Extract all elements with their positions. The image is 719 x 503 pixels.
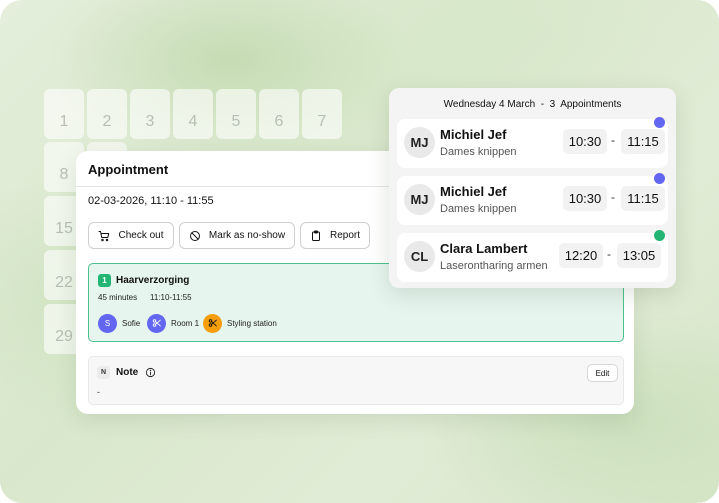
calendar-day[interactable]: 7 <box>302 89 342 139</box>
service-name: Dames knippen <box>440 203 517 215</box>
resource-room[interactable]: Room 1 <box>147 313 199 333</box>
client-name: Clara Lambert <box>440 241 528 256</box>
end-time: 11:15 <box>621 186 665 211</box>
resource-label: Sofie <box>122 318 141 328</box>
appointment-item[interactable]: MJ Michiel Jef Dames knippen 10:30 - 11:… <box>397 119 668 168</box>
resource-staff[interactable]: S Sofie <box>98 313 140 333</box>
calendar-off-icon <box>189 230 200 241</box>
service-duration: 45 minutes <box>98 293 138 302</box>
report-label: Report <box>329 230 360 241</box>
note-badge: N <box>97 366 110 379</box>
report-button[interactable]: Report <box>300 222 370 249</box>
note-section: N Note Edit - <box>88 356 624 405</box>
service-name: Laserontharing armen <box>440 260 548 272</box>
start-time: 10:30 <box>563 129 607 154</box>
service-name: Haarverzorging <box>116 275 190 286</box>
time-separator: - <box>611 133 615 147</box>
avatar: MJ <box>404 127 435 158</box>
time-separator: - <box>611 190 615 204</box>
service-number-badge: 1 <box>98 274 111 287</box>
day-appointments-panel: Wednesday 4 March - 3 Appointments MJ Mi… <box>389 88 676 288</box>
checkout-label: Check out <box>118 230 164 241</box>
calendar-day[interactable]: 3 <box>130 89 170 139</box>
note-title: Note <box>116 367 139 378</box>
calendar-day[interactable]: 5 <box>216 89 256 139</box>
status-dot <box>654 173 665 184</box>
resource-station[interactable]: Styling station <box>203 313 277 333</box>
appointment-datetime: 02-03-2026, 11:10 - 11:55 <box>88 195 214 207</box>
status-dot <box>654 230 665 241</box>
panel-header: Wednesday 4 March - 3 Appointments <box>443 99 622 110</box>
edit-note-button[interactable]: Edit <box>587 364 618 382</box>
note-body: - <box>97 387 100 397</box>
checkout-button[interactable]: Check out <box>88 222 174 249</box>
client-name: Michiel Jef <box>440 184 507 199</box>
calendar-day[interactable]: 2 <box>87 89 127 139</box>
client-name: Michiel Jef <box>440 127 507 142</box>
appointment-item[interactable]: CL Clara Lambert Laserontharing armen 12… <box>397 233 668 282</box>
scissors-icon <box>147 313 166 333</box>
clipboard-icon <box>311 230 320 241</box>
calendar-day[interactable]: 6 <box>259 89 299 139</box>
service-name: Dames knippen <box>440 146 517 158</box>
cart-icon <box>98 230 110 241</box>
start-time: 12:20 <box>559 243 603 268</box>
avatar: MJ <box>404 184 435 215</box>
avatar: CL <box>404 241 435 272</box>
start-time: 10:30 <box>563 186 607 211</box>
service-time: 11:10-11:55 <box>150 293 192 302</box>
card-title: Appointment <box>88 162 169 177</box>
time-separator: - <box>607 247 611 261</box>
resource-label: Room 1 <box>171 318 200 328</box>
appointment-item[interactable]: MJ Michiel Jef Dames knippen 10:30 - 11:… <box>397 176 668 225</box>
avatar: S <box>98 313 117 333</box>
info-icon[interactable] <box>145 367 156 378</box>
end-time: 11:15 <box>621 129 665 154</box>
resource-label: Styling station <box>227 318 277 328</box>
end-time: 13:05 <box>617 243 661 268</box>
scissors-icon <box>203 313 222 333</box>
mark-no-show-button[interactable]: Mark as no-show <box>179 222 295 249</box>
mark-no-show-label: Mark as no-show <box>208 230 286 241</box>
calendar-day[interactable]: 1 <box>44 89 84 139</box>
calendar-day[interactable]: 4 <box>173 89 213 139</box>
status-dot <box>654 117 665 128</box>
